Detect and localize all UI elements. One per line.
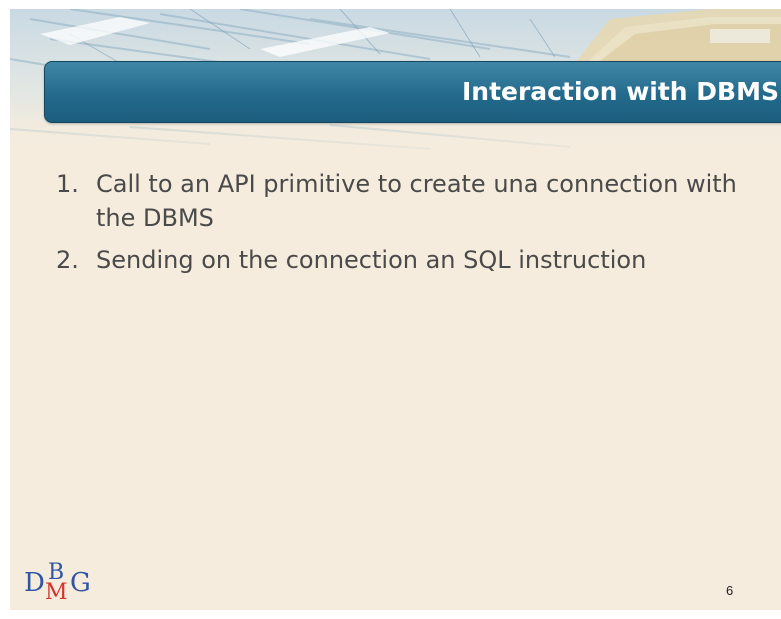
page-number: 6	[726, 583, 734, 598]
list-item-number: 2.	[56, 246, 79, 274]
slide-title: Interaction with DBMS	[461, 77, 779, 106]
numbered-list: 1. Call to an API primitive to create un…	[56, 167, 756, 285]
list-item-text: Sending on the connection an SQL instruc…	[96, 246, 647, 274]
list-item: 2. Sending on the connection an SQL inst…	[56, 243, 756, 277]
list-item-number: 1.	[56, 170, 79, 198]
slide: Interaction with DBMS 1. Call to an API …	[10, 9, 781, 610]
list-item-text: Call to an API primitive to create una c…	[96, 170, 737, 232]
dbmg-logo: D B M G	[24, 562, 104, 610]
list-item: 1. Call to an API primitive to create un…	[56, 167, 756, 235]
logo-letter-m: M	[45, 580, 68, 605]
logo-letter-d: D	[24, 568, 45, 598]
logo-letter-g: G	[70, 568, 91, 598]
